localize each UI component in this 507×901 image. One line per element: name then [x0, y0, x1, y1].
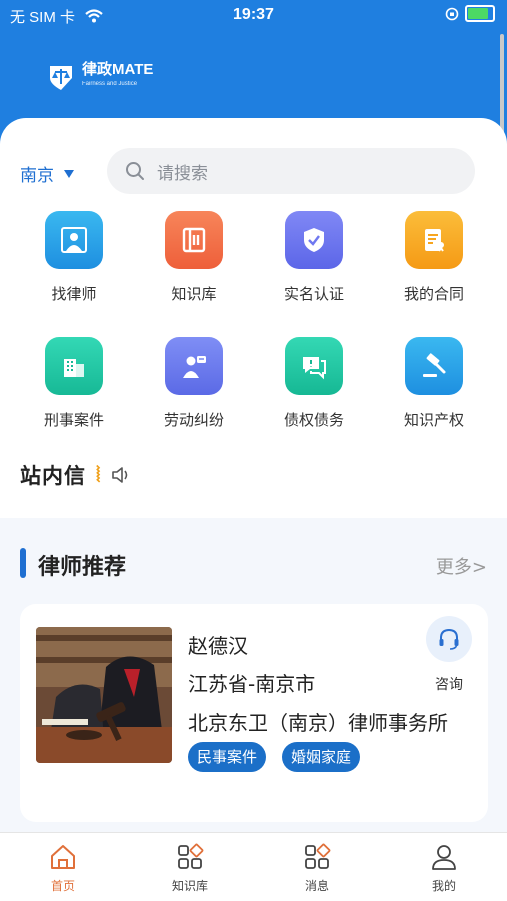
verified-badge-icon: [285, 211, 343, 269]
feature-knowledge-base[interactable]: 知识库: [139, 211, 249, 304]
tag-family: 婚姻家庭: [282, 742, 361, 772]
feature-label: 找律师: [51, 285, 97, 303]
speaker-icon: [112, 467, 128, 483]
brand-name: 律政MATE: [82, 61, 154, 78]
profile-icon: [404, 841, 484, 873]
lawyer-icon: [45, 211, 103, 269]
lawyer-firm: 北京东卫（南京）律师事务所: [188, 711, 448, 735]
search-icon: [126, 162, 144, 180]
tab-label: 我的: [431, 879, 456, 893]
feature-labor-disputes[interactable]: 劳动纠纷: [139, 337, 249, 430]
battery-icon: [465, 5, 495, 22]
tab-home[interactable]: 首页: [23, 841, 103, 894]
feature-my-contracts[interactable]: 我的合同: [379, 211, 489, 304]
orientation-lock-icon: [445, 7, 459, 20]
feature-real-name-auth[interactable]: 实名认证: [259, 211, 369, 304]
feature-label: 实名认证: [283, 285, 344, 303]
tab-label: 知识库: [171, 879, 208, 893]
caret-down-icon: [64, 169, 74, 178]
notice-separator: ⦚: [96, 462, 102, 487]
search-input[interactable]: 请搜索: [107, 148, 475, 194]
home-icon: [23, 841, 103, 873]
consult-label: 咨询: [435, 677, 463, 693]
message-grid-icon: [277, 841, 357, 873]
feature-label: 知识库: [171, 285, 217, 303]
consult-button[interactable]: 咨询: [424, 616, 474, 694]
city-label: 南京: [20, 166, 54, 186]
contract-icon: [405, 211, 463, 269]
feature-find-lawyer[interactable]: 找律师: [19, 211, 129, 304]
feature-label: 刑事案件: [43, 411, 104, 429]
tab-label: 消息: [304, 879, 329, 893]
lawyer-card[interactable]: 赵德汉 江苏省-南京市 北京东卫（南京）律师事务所 民事案件 婚姻家庭 咨询: [20, 604, 488, 822]
feature-label: 知识产权: [403, 411, 464, 429]
feature-intellectual-property[interactable]: 知识产权: [379, 337, 489, 430]
tab-knowledge[interactable]: 知识库: [150, 841, 230, 894]
notice-title: 站内信: [20, 464, 86, 488]
status-time: 19:37: [233, 6, 274, 23]
more-link[interactable]: 更多>: [436, 553, 487, 579]
feature-debts[interactable]: 债权债务: [259, 337, 369, 430]
lawyer-name: 赵德汉: [188, 634, 248, 658]
tag-civil: 民事案件: [188, 742, 267, 772]
feature-criminal-cases[interactable]: 刑事案件: [19, 337, 129, 430]
tab-profile[interactable]: 我的: [404, 841, 484, 894]
notice-bar[interactable]: 站内信 ⦚: [20, 460, 133, 490]
feature-label: 我的合同: [403, 285, 464, 303]
feature-label: 劳动纠纷: [163, 411, 224, 429]
building-icon: [45, 337, 103, 395]
app-logo: 律政MATE Fairness and Justice: [46, 62, 153, 92]
lawyer-location: 江苏省-南京市: [188, 672, 316, 696]
tab-messages[interactable]: 消息: [277, 841, 357, 894]
brand-slogan: Fairness and Justice: [82, 81, 138, 87]
scales-logo-icon: [50, 66, 72, 90]
grid-icon: [150, 841, 230, 873]
search-placeholder: 请搜索: [157, 163, 208, 184]
chat-bubble-icon: [285, 337, 343, 395]
lawyer-photo: [36, 627, 172, 763]
bottom-tab-bar: 首页 知识库 消息 我的: [0, 832, 507, 901]
worker-icon: [165, 337, 223, 395]
city-selector[interactable]: 南京: [20, 161, 74, 186]
gavel-icon: [405, 337, 463, 395]
section-accent-bar: [20, 548, 26, 578]
feature-label: 债权债务: [283, 411, 344, 429]
section-title: 律师推荐: [38, 555, 127, 580]
book-icon: [165, 211, 223, 269]
status-bar: 无 SIM 卡 19:37: [0, 0, 507, 30]
tab-label: 首页: [50, 879, 75, 893]
headset-icon: [426, 616, 472, 662]
